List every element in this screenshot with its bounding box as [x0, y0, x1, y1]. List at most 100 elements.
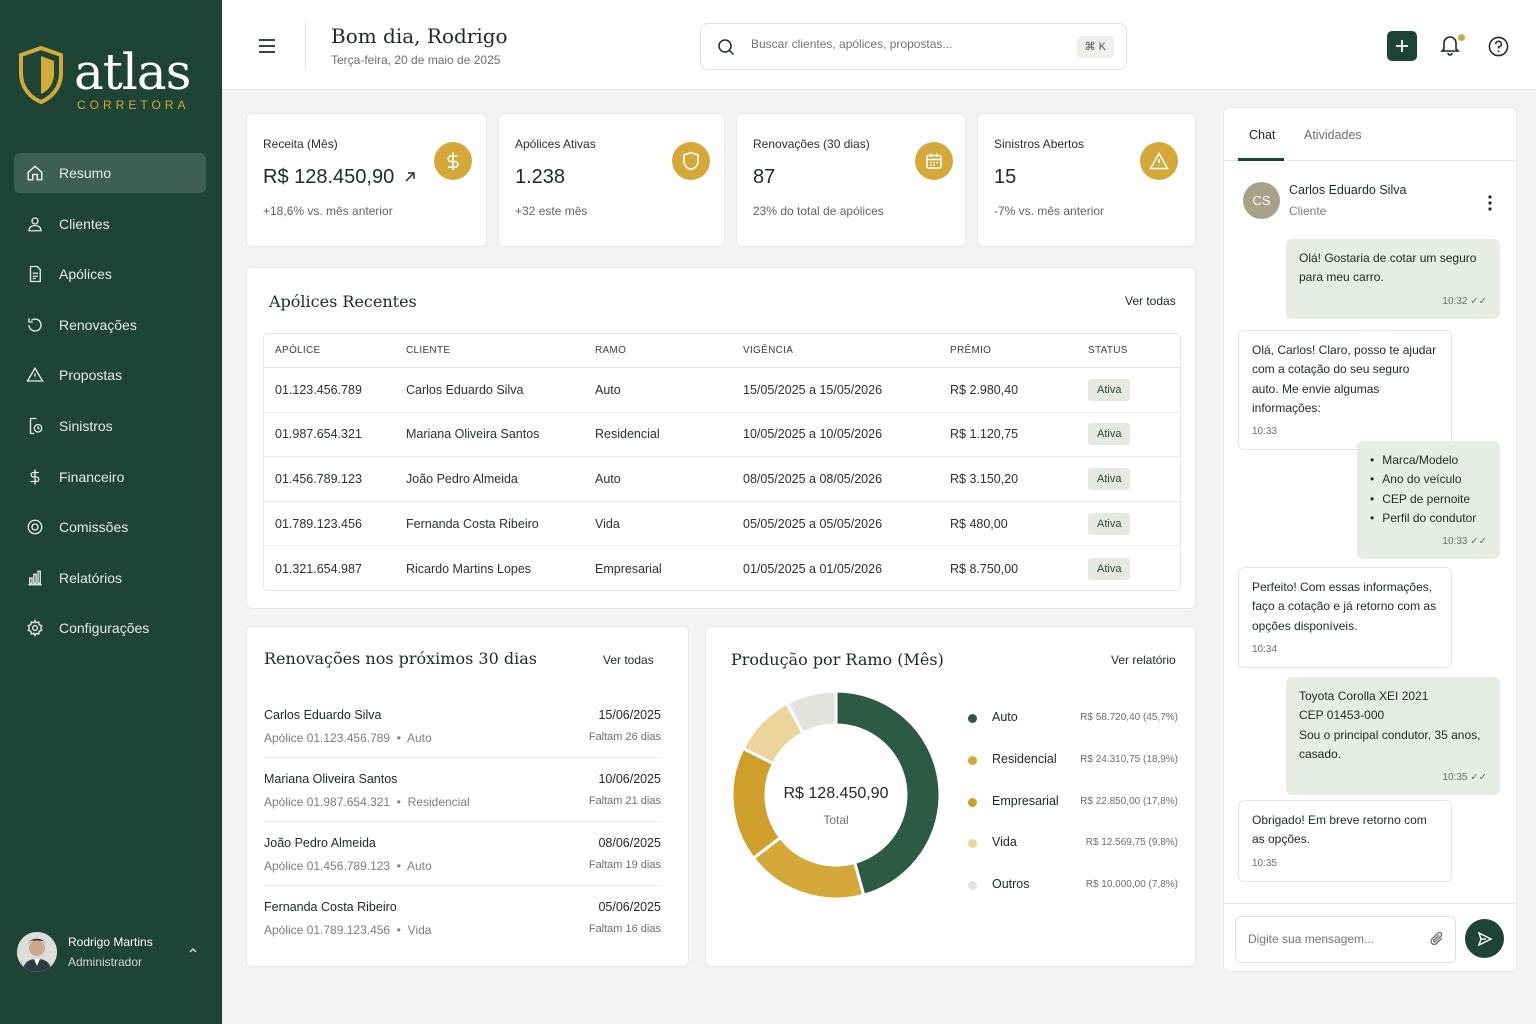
sidebar-item-comissoes[interactable]: Comissões: [14, 507, 206, 547]
sidebar-item-relatorios[interactable]: Relatórios: [14, 558, 206, 598]
send-button[interactable]: [1465, 919, 1504, 958]
search-bar[interactable]: ⌘ K: [700, 23, 1127, 70]
sidebar-item-label: Propostas: [59, 367, 123, 384]
sidebar-item-clientes[interactable]: Clientes: [14, 204, 206, 244]
renewal-client: Carlos Eduardo Silva: [264, 708, 382, 722]
search-input[interactable]: [751, 37, 1051, 51]
kpi-card-renovacoes[interactable]: Renovações (30 dias) 87 23% do total de …: [736, 113, 966, 247]
chat-message-outgoing: Olá! Gostaria de cotar um seguro para me…: [1286, 239, 1500, 319]
refresh-icon: [28, 318, 42, 332]
message-time: 10:35: [1252, 857, 1278, 869]
sidebar-item-apolices[interactable]: Apólices: [14, 254, 206, 294]
table-cell: R$ 3.150,20: [950, 471, 1019, 486]
sidebar-nav: Resumo Clientes Apólices Renovações Prop…: [14, 153, 206, 659]
sidebar-item-sinistros[interactable]: Sinistros: [14, 406, 206, 446]
table-cell: Carlos Eduardo Silva: [406, 382, 524, 397]
sidebar-item-configuracoes[interactable]: Configurações: [14, 608, 206, 648]
dollar-icon: [30, 469, 40, 485]
message-input[interactable]: [1248, 932, 1418, 946]
add-button[interactable]: [1387, 31, 1417, 61]
table-row[interactable]: 01.321.654.987 Ricardo Martins Lopes Empre…: [264, 546, 1180, 590]
tab-chat[interactable]: Chat: [1249, 128, 1275, 142]
calendar-icon: [915, 142, 953, 180]
renewal-ramo: Auto: [406, 859, 432, 873]
kpi-value: 87: [753, 166, 776, 188]
status-badge: Ativa: [1088, 378, 1131, 401]
list-item: Perfil do condutor: [1370, 509, 1487, 528]
kpi-value: R$ 128.450,90: [263, 166, 416, 189]
table-cell: 10/05/2025 a 10/05/2026: [743, 427, 883, 442]
table-row[interactable]: 01.987.654.321 Mariana Oliveira Santos Res…: [264, 413, 1180, 458]
message-time: 10:35 ✓✓: [1442, 772, 1487, 784]
table-cell: Auto: [595, 382, 621, 397]
table-cell: 08/05/2025 a 08/05/2026: [743, 471, 883, 486]
kpi-value: 1.238: [515, 166, 566, 188]
kpi-card-apolices[interactable]: Apólices Ativas 1.238 +32 este mês: [498, 113, 725, 247]
sidebar-item-resumo[interactable]: Resumo: [14, 153, 206, 193]
tab-atividades[interactable]: Atividades: [1304, 128, 1362, 142]
help-icon[interactable]: [1488, 36, 1509, 57]
message-text: Perfeito! Com essas informações, faço a …: [1252, 580, 1437, 633]
kpi-label: Receita (Mês): [263, 137, 338, 151]
donut-center-value: R$ 128.450,90: [783, 785, 889, 802]
chart-title: Produção por Ramo (Mês): [731, 650, 944, 669]
current-date: Terça-feira, 20 de maio de 2025: [331, 53, 501, 67]
legend-label: Residencial: [992, 751, 1057, 766]
renewal-date: 15/06/2025: [598, 708, 661, 722]
search-shortcut: ⌘ K: [1076, 36, 1114, 58]
chevron-up-icon[interactable]: [187, 944, 199, 956]
production-chart-card: Produção por Ramo (Mês) Ver relatório R$…: [705, 626, 1196, 967]
legend-value: R$ 24.310,75 (18,9%): [1080, 753, 1178, 765]
status-cell: Ativa: [1088, 502, 1131, 546]
message-line: Sou o principal condutor, 35 anos, casad…: [1299, 727, 1481, 761]
sidebar-item-financeiro[interactable]: Financeiro: [14, 457, 206, 497]
view-all-renewals-link[interactable]: Ver todas: [603, 653, 654, 667]
chat-input-box[interactable]: [1235, 916, 1456, 963]
contact-name: Carlos Eduardo Silva: [1289, 183, 1407, 197]
renewal-item[interactable]: Carlos Eduardo Silva Apólice 01.123.456.7…: [264, 695, 661, 758]
message-line: CEP 01453-000: [1299, 708, 1385, 723]
table-cell: R$ 2.980,40: [950, 382, 1019, 397]
sidebar-item-renovacoes[interactable]: Renovações: [14, 305, 206, 345]
chat-message-outgoing: Marca/Modelo Ano do veículo CEP de perno…: [1357, 441, 1500, 560]
avatar: [17, 932, 57, 972]
chat-message-incoming: Perfeito! Com essas informações, faço a …: [1238, 567, 1452, 669]
brand-logo[interactable]: atlas CORRETORA: [18, 42, 208, 122]
renewal-days-left: Faltam 26 dias: [588, 731, 661, 743]
sidebar-item-label: Comissões: [59, 519, 129, 536]
table-cell: R$ 480,00: [950, 516, 1008, 531]
paperclip-icon[interactable]: [1429, 930, 1445, 948]
status-badge: Ativa: [1088, 423, 1131, 446]
renewal-ramo: Auto: [406, 731, 432, 745]
renewal-policy: Apólice 01.123.456.789: [264, 731, 391, 745]
status-cell: Ativa: [1088, 368, 1131, 412]
renewal-date: 05/06/2025: [598, 900, 661, 914]
shield-logo-icon: [19, 46, 63, 104]
renewal-item[interactable]: Mariana Oliveira Santos Apólice 01.987.65…: [264, 759, 661, 822]
view-all-policies-link[interactable]: Ver todas: [1125, 294, 1176, 308]
table-cell: Vida: [595, 516, 620, 531]
table-row[interactable]: 01.456.789.123 João Pedro Almeida Auto 08/0…: [264, 457, 1180, 502]
menu-icon[interactable]: [258, 38, 276, 54]
contact-role: Cliente: [1289, 204, 1327, 218]
kpi-card-sinistros[interactable]: Sinistros Abertos 15 -7% vs. mês anterio…: [977, 113, 1196, 247]
top-header: Bom dia, Rodrigo Terça-feira, 20 de maio…: [222, 0, 1536, 90]
alert-icon: [1140, 142, 1178, 180]
legend-item-residencial: Residencial R$ 24.310,75 (18,9%): [968, 750, 1178, 770]
table-cell: Mariana Oliveira Santos: [406, 427, 540, 442]
column-header: APÓLICE: [275, 345, 321, 356]
view-report-link[interactable]: Ver relatório: [1111, 653, 1176, 667]
user-menu[interactable]: Rodrigo Martins Administrador: [17, 930, 207, 974]
message-time: 10:33 ✓✓: [1442, 536, 1487, 548]
kpi-card-receita[interactable]: Receita (Mês) R$ 128.450,90 +18,6% vs. m…: [246, 113, 487, 247]
table-row[interactable]: 01.789.123.456 Fernanda Costa Ribeiro Vida…: [264, 502, 1180, 547]
legend-value: R$ 22.850,00 (17,8%): [1080, 795, 1178, 807]
sidebar-item-propostas[interactable]: Propostas: [14, 355, 206, 395]
more-options-icon[interactable]: [1486, 194, 1494, 212]
renewal-item[interactable]: Fernanda Costa Ribeiro Apólice 01.789.123…: [264, 887, 661, 950]
renewal-item[interactable]: João Pedro Almeida Apólice 01.456.789.123…: [264, 823, 661, 886]
legend-value: R$ 58.720,40 (45,7%): [1080, 712, 1178, 723]
kpi-sub: 23% do total de apólices: [753, 204, 884, 218]
table-row[interactable]: 01.123.456.789 Carlos Eduardo Silva Auto 15…: [264, 368, 1180, 413]
bell-icon[interactable]: [1440, 34, 1460, 56]
